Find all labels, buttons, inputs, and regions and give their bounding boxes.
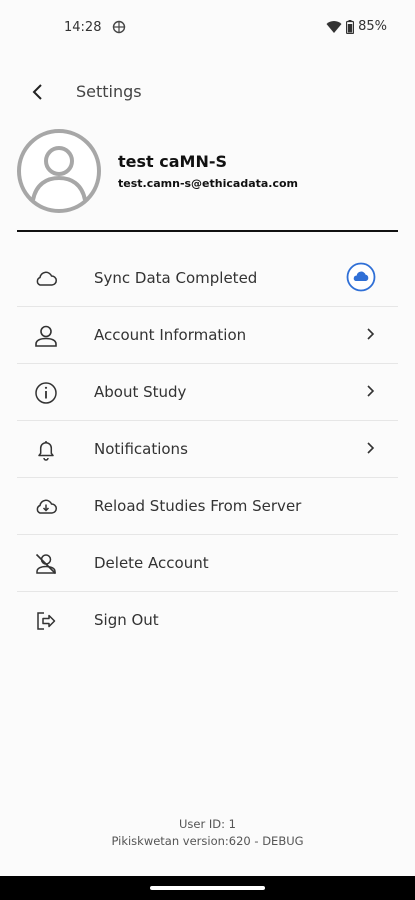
menu-label-sync: Sync Data Completed	[94, 269, 258, 287]
profile-section: test caMN-S test.camn-s@ethicadata.com	[16, 128, 399, 218]
wifi-icon	[326, 20, 342, 33]
menu-item-sync-data[interactable]: Sync Data Completed	[17, 250, 398, 307]
cloud-download-icon	[36, 499, 57, 514]
menu-label-reload: Reload Studies From Server	[94, 497, 302, 515]
chevron-right-icon	[367, 442, 375, 454]
menu-label-delete: Delete Account	[94, 554, 209, 572]
footer: User ID: 1 Pikiskwetan version:620 - DEB…	[0, 816, 415, 850]
profile-name: test caMN-S	[118, 152, 227, 171]
page-title: Settings	[76, 82, 142, 101]
profile-divider	[17, 230, 398, 232]
version-text: Pikiskwetan version:620 - DEBUG	[111, 834, 304, 848]
vpn-globe-icon	[112, 20, 126, 34]
menu-item-reload-studies[interactable]: Reload Studies From Server	[17, 478, 398, 535]
system-nav-bar	[0, 876, 415, 900]
sync-status-icon	[346, 262, 376, 292]
user-id-text: User ID: 1	[179, 817, 236, 831]
sign-out-icon	[37, 612, 56, 630]
avatar	[17, 129, 101, 213]
menu-label-about: About Study	[94, 383, 187, 401]
menu-item-delete-account[interactable]: Delete Account	[17, 535, 398, 592]
menu-item-notifications[interactable]: Notifications	[17, 421, 398, 478]
chevron-right-icon	[367, 328, 375, 340]
bell-icon	[38, 441, 54, 461]
menu-item-about-study[interactable]: About Study	[17, 364, 398, 421]
back-button[interactable]	[24, 78, 52, 106]
settings-menu: Sync Data Completed Account Information …	[17, 250, 398, 648]
status-bar: 14:28 85%	[0, 0, 415, 56]
back-arrow-icon	[32, 84, 42, 100]
status-time: 14:28	[64, 20, 102, 35]
person-off-icon	[35, 553, 57, 575]
status-indicators: 85%	[326, 19, 387, 34]
battery-percent: 85%	[358, 19, 387, 34]
menu-item-account-information[interactable]: Account Information	[17, 307, 398, 364]
chevron-right-icon	[367, 385, 375, 397]
menu-label-notifications: Notifications	[94, 440, 188, 458]
info-icon	[35, 382, 57, 404]
menu-item-sign-out[interactable]: Sign Out	[17, 592, 398, 648]
person-icon	[35, 325, 57, 347]
profile-email: test.camn-s@ethicadata.com	[118, 177, 299, 190]
battery-icon	[346, 19, 355, 34]
app-bar: Settings	[0, 72, 415, 112]
menu-label-account: Account Information	[94, 326, 247, 344]
cloud-icon	[36, 271, 57, 286]
home-indicator[interactable]	[150, 886, 265, 890]
menu-label-sign-out: Sign Out	[94, 611, 159, 629]
